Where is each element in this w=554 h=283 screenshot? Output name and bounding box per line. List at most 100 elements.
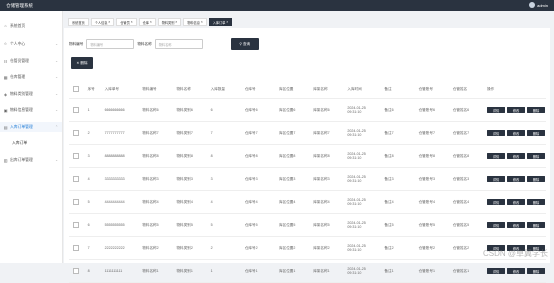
material-code-input[interactable]: 物料编号	[86, 39, 135, 49]
table-cell: 4444444444	[100, 190, 139, 214]
table-cell: 7	[206, 121, 241, 145]
delete-button[interactable]: 删除	[527, 268, 545, 274]
row-checkbox[interactable]	[69, 190, 84, 214]
row-actions: 详情 修改 删除	[483, 213, 546, 237]
table-cell: 1	[83, 98, 101, 122]
detail-button[interactable]: 详情	[487, 107, 505, 113]
sidebar-item-keepers[interactable]: ☷ 仓管员管理 ⌄	[0, 56, 62, 66]
table-cell: 2222222222	[100, 236, 139, 260]
table-cell: 物料类别8	[172, 144, 207, 168]
batch-delete-button[interactable]: ✕ 删除	[71, 57, 93, 69]
table-row: 3 8888888888 物料名称8 物料类别8 8 仓库号8 库区位置8 库架名称8 2024…	[69, 144, 546, 168]
detail-button[interactable]: 详情	[487, 153, 505, 159]
material-name-input[interactable]: 物料名称	[154, 39, 203, 49]
table-cell: 4	[206, 190, 241, 214]
row-actions: 详情 修改 删除	[483, 144, 546, 168]
table-cell: 库架名称5	[309, 213, 344, 237]
sidebar-item-material[interactable]: ▣ 物料信息管理 ⌄	[0, 105, 62, 115]
detail-button[interactable]: 详情	[487, 176, 505, 182]
sidebar-item-outbound[interactable]: ▥ 出库订单管理 ⌄	[0, 155, 62, 165]
table-cell: 库架名称6	[309, 98, 344, 122]
table-cell: 2024-01-25 09:31:10	[343, 121, 381, 145]
watermark: CSDN @卓翼学长	[482, 249, 548, 258]
table-cell: 仓库号8	[240, 144, 276, 168]
tag-icon: ◈	[4, 92, 7, 97]
detail-button[interactable]: 详情	[487, 130, 505, 136]
tab-inbound-orders[interactable]: 入库订单 ×	[208, 18, 233, 26]
table-cell: 6	[83, 213, 101, 237]
row-checkbox[interactable]	[69, 121, 84, 145]
chevron-down-icon: ⌄	[55, 92, 58, 96]
table-cell: 5	[83, 190, 101, 214]
row-actions: 详情 修改 删除	[483, 167, 546, 191]
row-checkbox[interactable]	[69, 167, 84, 191]
edit-button[interactable]: 修改	[507, 268, 525, 274]
edit-button[interactable]: 修改	[507, 153, 525, 159]
row-checkbox[interactable]	[69, 236, 84, 260]
table-cell: 仓管账号8	[414, 144, 449, 168]
tab-profile[interactable]: 个人信息 ×	[90, 18, 115, 26]
sidebar-item-warehouse[interactable]: ▦ 仓库管理 ⌄	[0, 72, 62, 82]
sidebar-item-profile[interactable]: ☺ 个人中心 ⌄	[0, 39, 62, 49]
row-checkbox[interactable]	[69, 144, 84, 168]
table-cell: 物料类别7	[172, 121, 207, 145]
select-all-checkbox[interactable]	[69, 80, 84, 99]
users-icon: ☷	[3, 59, 8, 64]
table-cell: 仓管姓名3	[448, 167, 483, 191]
delete-button[interactable]: 删除	[527, 222, 545, 228]
table-cell: 物料类别5	[172, 213, 207, 237]
chevron-down-icon: ⌄	[55, 158, 58, 162]
tab-material[interactable]: 物料信息 ×	[183, 18, 207, 26]
table-cell: 7	[83, 236, 101, 260]
table-cell: 8888888888	[100, 144, 139, 168]
sidebar-item-home[interactable]: ⌂ 系统首页	[0, 21, 62, 31]
tab-category[interactable]: 物料类别 ×	[157, 18, 182, 26]
chevron-up-icon: ⌃	[55, 125, 58, 129]
table-row: 5 4444444444 物料名称4 物料类别4 4 仓库号4 库区位置4 库架名称4 2024…	[69, 190, 546, 214]
delete-button[interactable]: 删除	[527, 130, 545, 136]
sidebar-subitem-inbound-orders[interactable]: 入库订单	[0, 138, 62, 148]
table-cell: 物料名称2	[138, 236, 173, 260]
table-cell: 2024-01-25 09:31:10	[343, 213, 381, 237]
user-icon: ☺	[3, 42, 8, 46]
edit-button[interactable]: 修改	[507, 107, 525, 113]
chevron-down-icon: ⌄	[55, 108, 58, 112]
table-cell: 库架名称2	[309, 236, 344, 260]
table-cell: 备注6	[380, 98, 415, 122]
sidebar-item-category[interactable]: ◈ 物料类别管理 ⌄	[0, 89, 62, 99]
username: admin	[537, 2, 548, 8]
row-actions: 详情 修改 删除	[483, 121, 546, 145]
table-row: 4 3333333333 物料名称3 物料类别3 3 仓库号3 库区位置3 库架名称3 2024…	[69, 167, 546, 191]
sidebar-item-inbound[interactable]: ▤ 入库订单管理 ⌃	[0, 122, 62, 132]
row-checkbox[interactable]	[69, 213, 84, 237]
box-icon: ▣	[3, 108, 8, 113]
delete-button[interactable]: 删除	[527, 107, 545, 113]
delete-button[interactable]: 删除	[527, 199, 545, 205]
tab-warehouse[interactable]: 仓库 ×	[138, 18, 156, 26]
table-cell: 仓管姓名4	[448, 190, 483, 214]
detail-button[interactable]: 详情	[487, 199, 505, 205]
table-cell: 3	[83, 144, 101, 168]
detail-button[interactable]: 详情	[487, 268, 505, 274]
search-button[interactable]: ⚲ 查询	[230, 38, 259, 50]
delete-button[interactable]: 删除	[527, 176, 545, 182]
tab-keepers[interactable]: 仓管员 ×	[116, 18, 137, 26]
tab-home[interactable]: 系统首页	[68, 18, 89, 26]
edit-button[interactable]: 修改	[507, 199, 525, 205]
user-menu[interactable]: admin	[529, 2, 548, 8]
edit-button[interactable]: 修改	[507, 176, 525, 182]
edit-button[interactable]: 修改	[507, 130, 525, 136]
table-cell: 2	[206, 236, 241, 260]
chevron-down-icon: ⌄	[55, 75, 58, 79]
detail-button[interactable]: 详情	[487, 222, 505, 228]
chevron-down-icon: ⌄	[55, 59, 58, 63]
table-cell: 备注5	[380, 213, 415, 237]
row-checkbox[interactable]	[69, 98, 84, 122]
table-cell: 2024-01-25 09:31:10	[343, 167, 381, 191]
close-icon: ✕	[76, 61, 80, 65]
delete-button[interactable]: 删除	[527, 153, 545, 159]
table-cell: 库区位置7	[275, 121, 310, 145]
avatar	[529, 2, 536, 8]
table-cell: 库架名称3	[309, 167, 344, 191]
edit-button[interactable]: 修改	[507, 222, 525, 228]
